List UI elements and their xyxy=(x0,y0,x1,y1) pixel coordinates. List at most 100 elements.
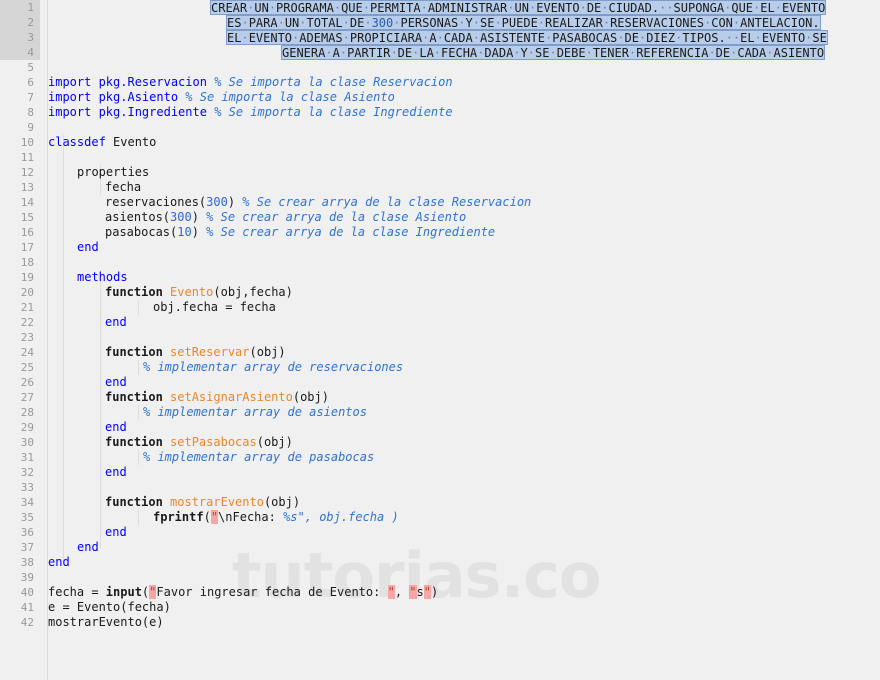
selected-line-2[interactable]: ES·PARA·UN·TOTAL·DE·300·PERSONAS·Y·SE·PU… xyxy=(226,15,821,30)
line-number: 42 xyxy=(20,616,34,629)
token-text: DE xyxy=(397,46,413,60)
line-number: 7 xyxy=(27,91,34,104)
token-text: ADEMAS xyxy=(299,31,343,45)
token-paren: ( xyxy=(203,510,211,524)
token-text: RESERVACIONES xyxy=(610,16,704,30)
code-line-21[interactable]: obj.fecha = fecha xyxy=(153,300,276,315)
space-marker: · xyxy=(494,16,502,30)
selected-line-3[interactable]: EL·EVENTO·ADEMAS·PROPICIARA·A·CADA·ASIST… xyxy=(226,30,828,45)
selected-line-4[interactable]: GENERA·A·PARTIR·DE·LA·FECHA·DADA·Y·SE·DE… xyxy=(281,45,826,60)
code-line-28[interactable]: % implementar array de asientos xyxy=(143,405,367,420)
token-statement: obj.fecha = fecha xyxy=(153,300,276,314)
token-property: pasabocas( xyxy=(105,225,178,239)
code-line-35[interactable]: fprintf("\nFecha: %s", obj.fecha ) xyxy=(153,510,399,525)
code-line-6[interactable]: import pkg.Reservacion % Se importa la c… xyxy=(48,75,453,90)
token-text: PARA xyxy=(248,16,278,30)
line-number-gutter: 1 2 3 4 5 6 7 8 9 10 11 12 13 14 15 16 17 18 19 20 21 22 23 24 2… xyxy=(0,0,40,680)
token-text: ASIENTO xyxy=(773,46,825,60)
token-property: fecha xyxy=(105,180,142,194)
token-comma: , xyxy=(394,585,410,599)
code-line-15[interactable]: asientos(300) % Se crear arrya de la cla… xyxy=(105,210,466,225)
code-line-36[interactable]: end xyxy=(105,525,127,540)
code-surface: CREAR·UN·PROGRAMA·QUE·PERMITA·ADMINISTRA… xyxy=(0,0,880,680)
line-number: 36 xyxy=(20,526,34,539)
token-args: (obj) xyxy=(292,390,329,404)
token-property: asientos( xyxy=(105,210,171,224)
line-number: 5 xyxy=(27,61,34,74)
token-text: QUE xyxy=(731,1,754,15)
line-number: 19 xyxy=(20,271,34,284)
code-line-10[interactable]: classdef Evento xyxy=(48,135,156,150)
code-line-19[interactable]: methods xyxy=(77,270,128,285)
token-function-keyword: function xyxy=(105,390,163,404)
code-line-29[interactable]: end xyxy=(105,420,127,435)
code-line-41[interactable]: e = Evento(fecha) xyxy=(48,600,171,615)
code-line-12[interactable]: properties xyxy=(77,165,149,180)
code-line-27[interactable]: function setAsignarAsiento(obj) xyxy=(105,390,329,405)
token-number: 10 xyxy=(177,225,192,239)
code-line-13[interactable]: fecha xyxy=(105,180,141,195)
token-paren: ) xyxy=(191,210,207,224)
space-marker: · xyxy=(579,1,587,15)
token-text: REFERENCIA xyxy=(636,46,709,60)
token-paren: ) xyxy=(391,510,399,524)
token-number: 300 xyxy=(170,210,192,224)
code-line-14[interactable]: reservaciones(300) % Se crear arrya de l… xyxy=(105,195,531,210)
token-text: EVENTO xyxy=(248,31,293,45)
token-paren: ) xyxy=(227,195,243,209)
line-number: 14 xyxy=(20,196,34,209)
token-text: UN xyxy=(254,1,269,15)
token-argument: obj.fecha xyxy=(311,510,392,524)
token-text: QUE xyxy=(341,1,363,15)
line-number: 34 xyxy=(20,496,34,509)
line-number: 12 xyxy=(20,166,34,179)
line-number: 40 xyxy=(20,586,34,599)
token-comment: % Se importa la clase Asiento xyxy=(185,90,395,104)
code-line-42[interactable]: mostrarEvento(e) xyxy=(48,615,164,630)
code-line-25[interactable]: % implementar array de reservaciones xyxy=(143,360,403,375)
line-number: 29 xyxy=(20,421,34,434)
token-text: EL xyxy=(227,31,242,45)
code-line-7[interactable]: import pkg.Asiento % Se importa la clase… xyxy=(48,90,395,105)
token-comment: % implementar array de pasabocas xyxy=(143,450,375,464)
code-line-24[interactable]: function setReservar(obj) xyxy=(105,345,286,360)
token-text: A xyxy=(332,46,340,60)
code-line-22[interactable]: end xyxy=(105,315,127,330)
space-marker: · xyxy=(364,16,372,30)
code-line-26[interactable]: end xyxy=(105,375,127,390)
line-number: 22 xyxy=(20,316,34,329)
token-statement: mostrarEvento(e) xyxy=(48,615,164,629)
indent-guide xyxy=(138,405,139,420)
token-text: EL xyxy=(740,31,755,45)
code-line-34[interactable]: function mostrarEvento(obj) xyxy=(105,495,300,510)
token-text: TOTAL xyxy=(306,16,343,30)
line-number: 28 xyxy=(20,406,34,419)
indent-guide xyxy=(138,450,139,465)
line-number: 24 xyxy=(20,346,34,359)
code-line-30[interactable]: function setPasabocas(obj) xyxy=(105,435,293,450)
token-comment: % implementar array de reservaciones xyxy=(143,360,404,374)
code-line-40[interactable]: fecha = input("Favor ingresar fecha de E… xyxy=(48,585,438,600)
code-line-37[interactable]: end xyxy=(77,540,99,555)
code-line-8[interactable]: import pkg.Ingrediente % Se importa la c… xyxy=(48,105,453,120)
token-classname: Evento xyxy=(105,135,157,149)
code-editor[interactable]: tutorias.co 1 2 3 4 5 6 7 8 9 10 11 12 13 14 15 16 17 18 1… xyxy=(0,0,880,680)
code-line-31[interactable]: % implementar array de pasabocas xyxy=(143,450,374,465)
code-line-20[interactable]: function Evento(obj,fecha) xyxy=(105,285,293,300)
line-number: 38 xyxy=(20,556,34,569)
code-line-38[interactable]: end xyxy=(48,555,70,570)
token-function-name: mostrarEvento xyxy=(170,495,264,509)
code-line-17[interactable]: end xyxy=(77,240,99,255)
token-text: PERSONAS xyxy=(400,16,459,30)
code-line-32[interactable]: end xyxy=(105,465,127,480)
space-marker: · xyxy=(472,31,480,45)
line-number: 18 xyxy=(20,256,34,269)
token-text: CON xyxy=(711,16,733,30)
code-line-16[interactable]: pasabocas(10) % Se crear arrya de la cla… xyxy=(105,225,495,240)
token-text: TENER xyxy=(592,46,629,60)
token-text: Y xyxy=(465,16,473,30)
selected-line-1[interactable]: CREAR·UN·PROGRAMA·QUE·PERMITA·ADMINISTRA… xyxy=(210,0,827,15)
